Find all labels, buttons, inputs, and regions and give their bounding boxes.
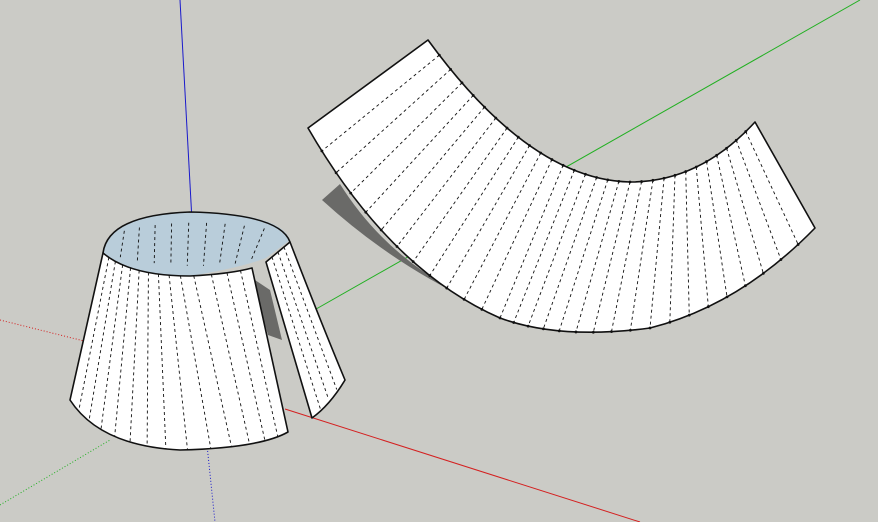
vertex-marker bbox=[561, 163, 565, 167]
vertex-marker bbox=[796, 243, 800, 246]
vertex-marker bbox=[595, 176, 599, 179]
vertex-marker bbox=[628, 180, 632, 184]
vertex-marker bbox=[761, 271, 765, 275]
vertex-marker bbox=[379, 228, 383, 232]
vertex-marker bbox=[494, 116, 498, 120]
vertex-marker bbox=[550, 158, 554, 161]
vertex-marker bbox=[673, 173, 677, 177]
vertex-marker bbox=[734, 138, 738, 142]
vertex-marker bbox=[395, 245, 399, 248]
vertex-marker bbox=[572, 168, 576, 172]
vertex-marker bbox=[743, 284, 747, 288]
unrolled-cone-strip[interactable] bbox=[307, 39, 816, 334]
vertex-marker bbox=[541, 327, 545, 331]
vertex-marker bbox=[480, 307, 484, 311]
vertex-marker bbox=[574, 330, 578, 334]
vertex-marker bbox=[428, 274, 432, 277]
vertex-marker bbox=[705, 160, 708, 163]
vertex-marker bbox=[349, 191, 353, 195]
vertex-marker bbox=[628, 328, 632, 332]
vertex-marker bbox=[606, 178, 610, 182]
vertex-marker bbox=[516, 135, 520, 139]
vertex-marker bbox=[617, 179, 621, 183]
strip-surface[interactable] bbox=[307, 39, 816, 334]
vertex-marker bbox=[640, 180, 643, 183]
vertex-marker bbox=[445, 286, 449, 290]
vertex-marker bbox=[498, 316, 502, 320]
vertex-marker bbox=[584, 172, 587, 176]
vertex-marker bbox=[591, 330, 595, 334]
vertex-marker bbox=[557, 329, 561, 333]
red-axis-positive bbox=[284, 408, 641, 522]
vertex-marker bbox=[334, 171, 338, 175]
vertex-marker bbox=[668, 320, 672, 324]
vertex-marker bbox=[651, 178, 655, 182]
vertex-marker bbox=[411, 260, 415, 264]
cone-outer-surface[interactable] bbox=[69, 252, 289, 451]
vertex-marker bbox=[715, 153, 719, 157]
vertex-marker bbox=[694, 165, 698, 169]
vertex-marker bbox=[320, 149, 324, 153]
vertex-marker bbox=[462, 297, 466, 301]
truncated-cone-shell[interactable] bbox=[69, 211, 291, 451]
vertex-marker bbox=[449, 68, 453, 71]
vertex-marker bbox=[684, 170, 688, 173]
vertex-marker bbox=[512, 321, 516, 324]
vertex-marker bbox=[471, 94, 475, 97]
blue-axis-negative bbox=[206, 444, 216, 522]
vertex-marker bbox=[437, 53, 441, 57]
vertex-marker bbox=[610, 330, 613, 334]
vertex-marker bbox=[706, 305, 710, 309]
sketchup-3d-viewport[interactable] bbox=[0, 0, 878, 522]
vertex-marker bbox=[539, 151, 543, 155]
vertex-marker bbox=[687, 313, 691, 317]
vertex-marker bbox=[662, 176, 666, 180]
vertex-marker bbox=[725, 295, 729, 299]
vertex-marker bbox=[364, 210, 368, 214]
vertex-marker bbox=[725, 146, 728, 150]
vertex-marker bbox=[779, 258, 783, 261]
vertex-marker bbox=[526, 324, 530, 328]
vertex-marker bbox=[483, 105, 486, 109]
vertex-marker bbox=[528, 144, 531, 147]
vertex-marker bbox=[460, 81, 464, 85]
green-axis-negative bbox=[0, 439, 111, 506]
vertex-marker bbox=[744, 130, 748, 133]
vertex-marker bbox=[505, 126, 509, 130]
3d-scene[interactable] bbox=[0, 0, 878, 522]
vertex-marker bbox=[648, 326, 652, 330]
